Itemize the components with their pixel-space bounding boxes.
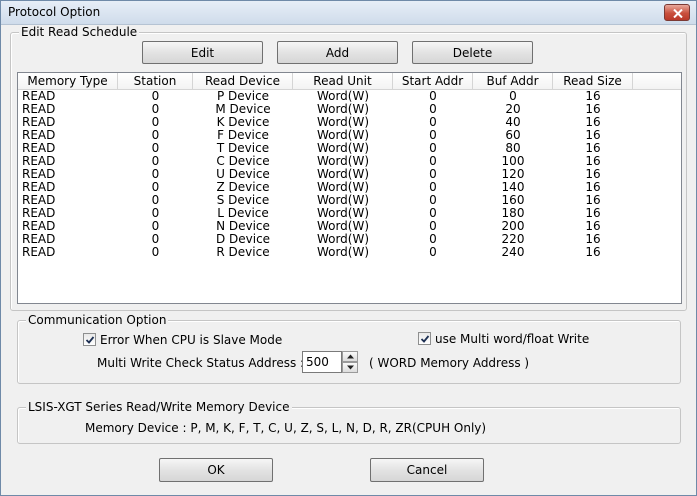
spin-down-button[interactable] [342,362,358,373]
list-header: Memory Type Station Read Device Read Uni… [18,73,681,90]
spin-up-button[interactable] [342,351,358,362]
delete-button[interactable]: Delete [412,41,533,64]
communication-option-legend: Communication Option [26,313,169,327]
arrow-up-icon [347,354,354,359]
add-button[interactable]: Add [277,41,398,64]
check-status-address-label: Multi Write Check Status Address : [97,356,305,370]
close-button[interactable] [664,4,690,21]
column-header-buf-addr[interactable]: Buf Addr [473,73,553,90]
window-title: Protocol Option [8,5,101,19]
column-header-station[interactable]: Station [118,73,193,90]
cell-start-addr: 0 [429,245,437,259]
cell-read-device: R Device [216,245,270,259]
use-multi-word-label[interactable]: use Multi word/float Write [435,332,589,346]
cell-read-unit: Word(W) [316,245,370,259]
cell-station: 0 [151,245,160,259]
cell-read-size: 16 [585,245,601,259]
check-status-address-hint: ( WORD Memory Address ) [369,356,530,370]
check-status-address-input[interactable] [302,351,342,373]
arrow-down-icon [347,365,354,370]
protocol-option-dialog: Protocol Option Edit Read Schedule Edit … [0,0,697,496]
cancel-button[interactable]: Cancel [370,458,484,482]
edit-read-schedule-legend: Edit Read Schedule [19,25,140,39]
cell-memory-type: READ [22,245,56,259]
memory-device-legend: LSIS-XGT Series Read/Write Memory Device [26,400,292,414]
error-when-cpu-slave-label[interactable]: Error When CPU is Slave Mode [100,333,282,347]
list-row[interactable]: READ 0 R Device Word(W) 0 240 16 [18,246,681,259]
read-schedule-list[interactable]: Memory Type Station Read Device Read Uni… [17,72,682,304]
edit-button[interactable]: Edit [142,41,263,64]
title-bar[interactable]: Protocol Option [1,1,696,25]
column-header-read-size[interactable]: Read Size [553,73,633,90]
column-header-read-unit[interactable]: Read Unit [293,73,393,90]
use-multi-word-checkbox[interactable] [418,332,431,345]
checkmark-icon [420,335,430,343]
cell-buf-addr: 240 [501,245,525,259]
column-header-read-device[interactable]: Read Device [193,73,293,90]
column-header-memory-type[interactable]: Memory Type [18,73,118,90]
close-icon [673,9,683,18]
error-when-cpu-slave-checkbox[interactable] [83,333,96,346]
ok-button[interactable]: OK [159,458,273,482]
list-body: READ 0 P Device Word(W) 0 0 16 READ 0 M … [18,90,681,259]
column-header-start-addr[interactable]: Start Addr [393,73,473,90]
memory-device-list: Memory Device : P, M, K, F, T, C, U, Z, … [85,421,487,435]
checkmark-icon [85,336,95,344]
